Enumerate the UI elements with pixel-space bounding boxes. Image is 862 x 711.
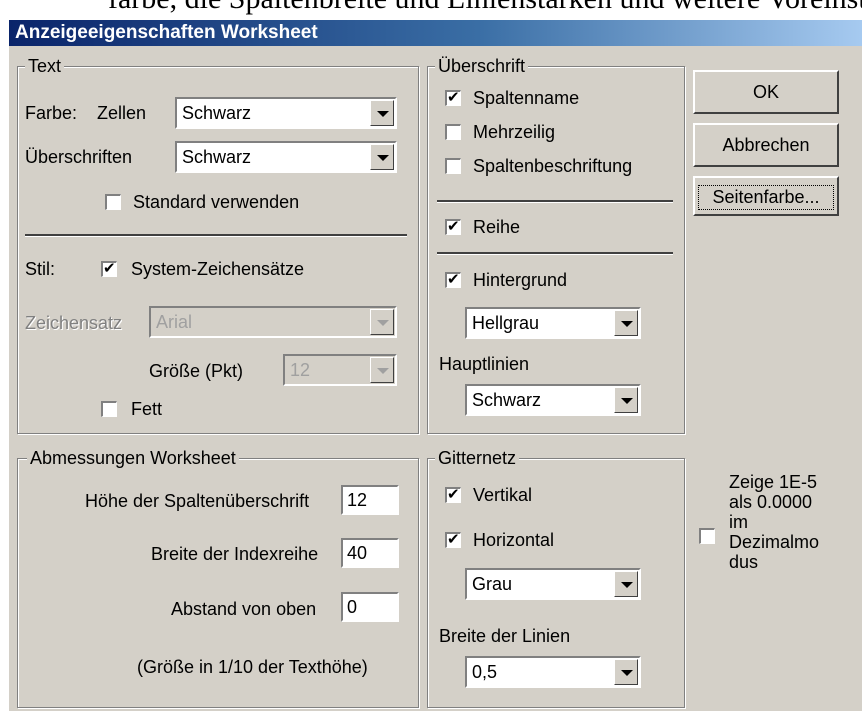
breite-linien-value: 0,5: [472, 662, 498, 682]
chevron-down-icon[interactable]: [614, 659, 638, 685]
zeichensatz-label: Zeichensatz: [25, 313, 123, 333]
gitternetz-color-value: Grau: [472, 574, 513, 594]
zellen-color-select[interactable]: Schwarz: [175, 97, 397, 129]
vertikal-checkbox[interactable]: [445, 485, 461, 503]
spaltenname-checkbox[interactable]: [445, 88, 461, 106]
standard-checkbox[interactable]: [105, 194, 121, 210]
system-fonts-checkbox[interactable]: [101, 259, 117, 277]
chevron-down-icon[interactable]: [370, 144, 394, 170]
abbrechen-button[interactable]: Abbrechen: [693, 123, 839, 167]
spaltenbeschriftung-checkbox[interactable]: [445, 158, 461, 174]
title-bar[interactable]: Anzeigeeigenschaften Worksheet: [9, 20, 862, 46]
ueberschrift-group: [427, 66, 685, 434]
zellen-label: Zellen: [97, 103, 147, 123]
hoehe-value: 12: [347, 490, 368, 510]
fett-checkbox[interactable]: [101, 401, 117, 417]
system-fonts-label[interactable]: System-Zeichensätze: [131, 258, 304, 280]
hintergrund-color-value: Hellgrau: [472, 313, 540, 333]
seitenfarbe-button[interactable]: Seitenfarbe...: [693, 176, 839, 216]
chevron-down-icon: [370, 357, 394, 383]
horizontal-label[interactable]: Horizontal: [473, 529, 554, 551]
horizontal-checkbox[interactable]: [445, 530, 461, 548]
hintergrund-checkbox[interactable]: [445, 270, 461, 288]
reihe-checkbox[interactable]: [445, 217, 461, 235]
display-properties-dialog: Anzeigeeigenschaften Worksheet Text Farb…: [9, 20, 862, 711]
breite-value: 40: [347, 543, 368, 563]
breite-input[interactable]: 40: [341, 538, 399, 568]
window-title: Anzeigeeigenschaften Worksheet: [15, 22, 318, 43]
chevron-down-icon[interactable]: [370, 100, 394, 126]
chevron-down-icon: [370, 309, 394, 335]
vertikal-label[interactable]: Vertikal: [473, 484, 532, 506]
zeige-label-line2[interactable]: als 0.0000: [729, 492, 812, 512]
ok-button-label: OK: [752, 82, 779, 102]
breite-linien-select[interactable]: 0,5: [465, 656, 641, 688]
abstand-label: Abstand von oben: [171, 599, 317, 619]
breite-label: Breite der Indexreihe: [151, 544, 319, 564]
mehrzeilig-label[interactable]: Mehrzeilig: [473, 121, 555, 143]
zellen-color-value: Schwarz: [182, 103, 252, 123]
hauptlinien-label: Hauptlinien: [439, 354, 530, 374]
reihe-label[interactable]: Reihe: [473, 216, 520, 238]
background-text: farbe, die Spaltenbreite und Linienstärk…: [108, 0, 862, 16]
spaltenbeschriftung-label[interactable]: Spaltenbeschriftung: [473, 155, 632, 177]
ueberschriften-label: Überschriften: [25, 147, 133, 167]
hintergrund-color-select[interactable]: Hellgrau: [465, 307, 641, 339]
breite-linien-label: Breite der Linien: [439, 626, 571, 646]
ueberschrift-group-legend: Überschrift: [435, 56, 529, 77]
stil-label: Stil:: [25, 259, 56, 279]
fett-label[interactable]: Fett: [131, 398, 162, 420]
zeige-label-line4[interactable]: Dezimalmo: [729, 532, 819, 552]
abmessungen-group-legend: Abmessungen Worksheet: [27, 448, 239, 469]
groesse-label: Größe (Pkt): [149, 361, 244, 381]
chevron-down-icon[interactable]: [614, 387, 638, 413]
groesse-select: 12: [283, 354, 397, 386]
mehrzeilig-checkbox[interactable]: [445, 124, 461, 140]
text-group-separator: [25, 234, 407, 237]
ueberschriften-color-value: Schwarz: [182, 147, 252, 167]
abstand-input[interactable]: 0: [341, 592, 399, 622]
zeige-checkbox[interactable]: [699, 528, 715, 544]
standard-label[interactable]: Standard verwenden: [133, 191, 299, 213]
hintergrund-label[interactable]: Hintergrund: [473, 269, 567, 291]
zeichensatz-select: Arial: [149, 306, 397, 338]
chevron-down-icon[interactable]: [614, 571, 638, 597]
ueberschrift-separator-2: [437, 252, 673, 255]
seitenfarbe-button-label: Seitenfarbe...: [698, 185, 834, 210]
zeige-label-line3[interactable]: im: [729, 512, 748, 532]
chevron-down-icon[interactable]: [614, 310, 638, 336]
gitternetz-color-select[interactable]: Grau: [465, 568, 641, 600]
text-group-legend: Text: [25, 56, 65, 77]
zeichensatz-value: Arial: [156, 312, 193, 332]
hoehe-input[interactable]: 12: [341, 485, 399, 515]
zeige-label-line1[interactable]: Zeige 1E-5: [729, 472, 817, 492]
groesse-note: (Größe in 1/10 der Texthöhe): [137, 657, 368, 677]
hauptlinien-color-select[interactable]: Schwarz: [465, 384, 641, 416]
ueberschrift-separator-1: [437, 200, 673, 203]
gitternetz-group-legend: Gitternetz: [435, 448, 520, 469]
hoehe-label: Höhe der Spaltenüberschrift: [85, 491, 310, 511]
ueberschriften-color-select[interactable]: Schwarz: [175, 141, 397, 173]
abbrechen-button-label: Abbrechen: [722, 135, 810, 155]
groesse-value: 12: [290, 360, 311, 380]
background-document-text: farbe, die Spaltenbreite und Linienstärk…: [0, 0, 862, 22]
hauptlinien-color-value: Schwarz: [472, 390, 542, 410]
abstand-value: 0: [347, 597, 358, 617]
spaltenname-label[interactable]: Spaltenname: [473, 87, 579, 109]
ok-button[interactable]: OK: [693, 70, 839, 114]
farbe-label: Farbe:: [25, 103, 78, 123]
zeige-label-line5[interactable]: dus: [729, 552, 758, 572]
